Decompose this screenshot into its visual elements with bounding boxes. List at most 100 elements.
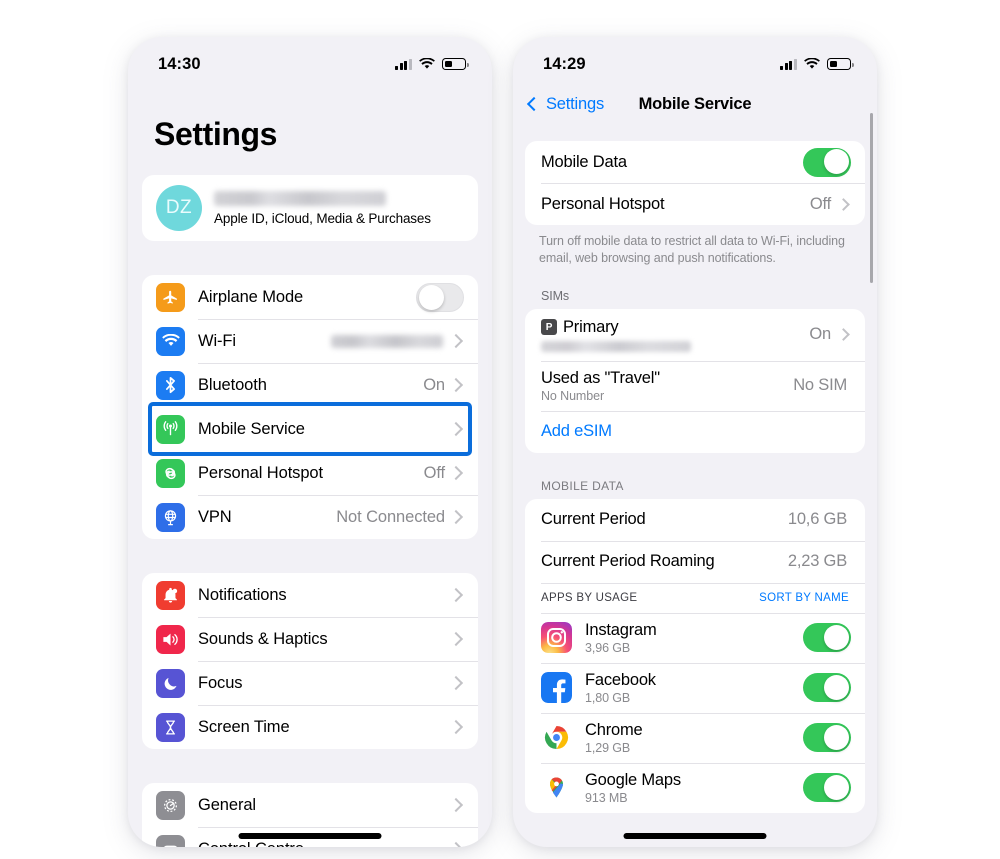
app-toggle-facebook[interactable] [803,673,851,703]
chevron-right-icon [837,197,850,211]
app-name: Google Maps [585,770,681,789]
app-row-google-maps[interactable]: Google Maps 913 MB [525,762,865,813]
settings-row-value: Not Connected [336,507,445,526]
sim-travel-label: Used as "Travel" [541,368,660,387]
sim-primary-title: P Primary [541,318,809,337]
sim-primary-label: Primary [563,317,619,336]
wifi-status-icon [419,58,435,70]
mobile-data-card: Mobile Data Personal Hotspot Off [525,141,865,225]
status-icons [395,58,469,70]
google-maps-icon [541,772,572,804]
account-row[interactable]: DZ Apple ID, iCloud, Media & Purchases [142,175,478,241]
app-name: Instagram [585,620,657,639]
app-row-instagram[interactable]: Instagram 3,96 GB [525,612,865,663]
row-text: Used as "Travel" No Number [541,369,793,403]
settings-row-focus[interactable]: Focus [142,661,478,705]
sims-card: P Primary On Used as "Travel" No Number N… [525,308,865,453]
chevron-right-icon [448,675,464,691]
mobile-data-footnote: Turn off mobile data to restrict all dat… [539,234,845,265]
avatar: DZ [156,185,202,231]
app-text: Google Maps 913 MB [585,771,803,805]
row-personal-hotspot[interactable]: Personal Hotspot Off [525,183,865,225]
cellular-icon [156,414,185,444]
settings-row-label: Mobile Service [198,419,305,438]
settings-row-personal-hotspot[interactable]: Personal Hotspot Off [142,451,478,495]
screenshot-canvas: 14:30 Settings DZ Apple ID, iCloud, Medi… [0,0,1000,859]
nav-title: Mobile Service [638,94,752,113]
row-value: On [809,325,831,344]
row-label: Mobile Data [541,152,627,171]
settings-row-notifications[interactable]: Notifications [142,573,478,617]
apps-by-usage-header: APPS BY USAGE SORT BY NAME [525,582,865,613]
settings-row-sounds-haptics[interactable]: Sounds & Haptics [142,617,478,661]
mobile-service-screen: Mobile Data Personal Hotspot Off Turn of… [513,125,877,847]
settings-row-airplane-mode[interactable]: Airplane Mode [142,275,478,319]
app-text: Facebook 1,80 GB [585,671,803,705]
row-sim-primary[interactable]: P Primary On [525,309,865,361]
status-time: 14:30 [158,54,201,73]
app-toggle-google-maps[interactable] [803,773,851,803]
home-indicator [623,833,767,839]
app-row-facebook[interactable]: Facebook 1,80 GB [525,662,865,713]
chevron-right-icon [448,465,464,481]
app-text: Chrome 1,29 GB [585,721,803,755]
settings-row-value: Off [423,463,446,482]
mobile-data-toggle[interactable] [803,147,851,177]
settings-row-label: Airplane Mode [198,287,304,306]
app-toggle-instagram[interactable] [803,623,851,653]
app-name: Chrome [585,720,643,739]
settings-row-label: Wi-Fi [198,331,236,350]
row-current-period-roaming[interactable]: Current Period Roaming 2,23 GB [525,540,865,583]
settings-row-mobile-service[interactable]: Mobile Service [142,407,478,451]
chevron-right-icon [448,421,464,437]
settings-row-label: Control Centre [198,840,451,848]
wifi-icon [156,326,185,356]
mobile-data-section-header: MOBILE DATA [541,478,624,493]
app-usage: 3,96 GB [585,640,631,655]
settings-row-label: Personal Hotspot [198,463,323,482]
bell-icon [156,580,185,610]
row-add-esim[interactable]: Add eSIM [525,410,865,453]
sort-by-name-button[interactable]: SORT BY NAME [759,592,849,604]
vertical-scrollbar[interactable] [869,113,873,283]
battery-icon [442,58,469,70]
airplane-icon [156,282,185,312]
chevron-right-icon [448,377,464,393]
settings-row-label: Notifications [198,585,287,604]
settings-row-wifi[interactable]: Wi-Fi [142,319,478,363]
row-text: Current Period [541,510,788,529]
chevron-right-icon [448,719,464,735]
row-mobile-data[interactable]: Mobile Data [525,141,865,183]
home-indicator [238,833,382,839]
settings-row-label: Bluetooth [198,375,267,394]
airplane-mode-toggle[interactable] [416,282,464,312]
status-bar-left: 14:30 [128,37,492,83]
app-toggle-chrome[interactable] [803,723,851,753]
sim-number-redacted [541,340,691,352]
nav-bar: Settings Mobile Service [513,83,877,125]
row-current-period[interactable]: Current Period 10,6 GB [525,499,865,541]
settings-row-label: Screen Time [198,717,290,736]
vpn-globe-icon [156,502,185,532]
app-name: Facebook [585,670,656,689]
chevron-right-icon [448,797,464,813]
row-sim-travel[interactable]: Used as "Travel" No Number No SIM [525,360,865,411]
chrome-icon [541,722,572,754]
account-name-redacted [214,190,386,206]
add-esim-label: Add eSIM [541,422,612,441]
app-row-chrome[interactable]: Chrome 1,29 GB [525,712,865,763]
account-text: Apple ID, iCloud, Media & Purchases [214,190,478,226]
row-text: Current Period Roaming [541,552,788,571]
settings-row-bluetooth[interactable]: Bluetooth On [142,363,478,407]
status-bar-right: 14:29 [513,37,877,83]
app-usage: 1,29 GB [585,740,631,755]
settings-screen: Settings DZ Apple ID, iCloud, Media & Pu… [128,83,492,847]
settings-row-general[interactable]: General [142,783,478,827]
chevron-right-icon [837,328,850,342]
settings-row-screen-time[interactable]: Screen Time [142,705,478,749]
gear-icon [156,790,185,820]
system-card: Notifications Sounds & Haptics Focus Scr… [142,573,478,749]
battery-icon [827,58,854,70]
settings-row-vpn[interactable]: VPN Not Connected [142,495,478,539]
row-text: Mobile Data [541,153,803,172]
